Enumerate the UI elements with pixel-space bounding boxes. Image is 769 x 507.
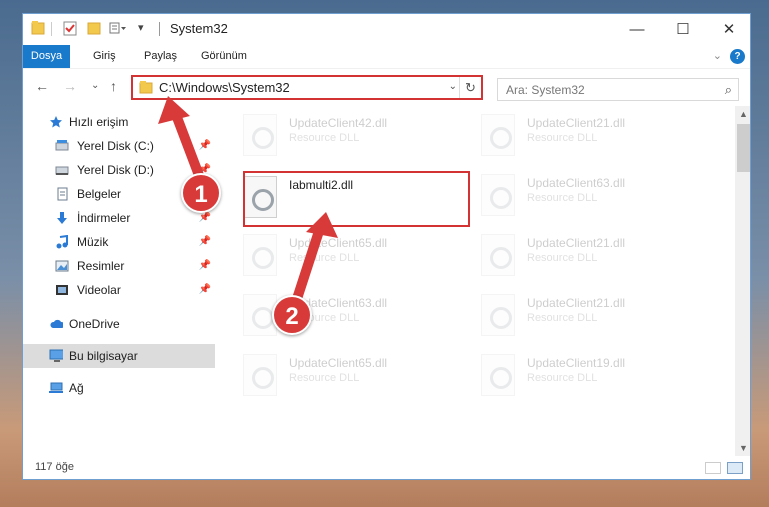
step-2-callout: 2: [272, 295, 312, 335]
arrow-2: [290, 223, 325, 310]
arrow-2-head: [306, 212, 338, 238]
arrow-1: [170, 107, 205, 183]
step-1-callout: 1: [181, 173, 221, 213]
arrow-1-head: [158, 96, 190, 124]
annotation-overlay: [158, 96, 338, 310]
